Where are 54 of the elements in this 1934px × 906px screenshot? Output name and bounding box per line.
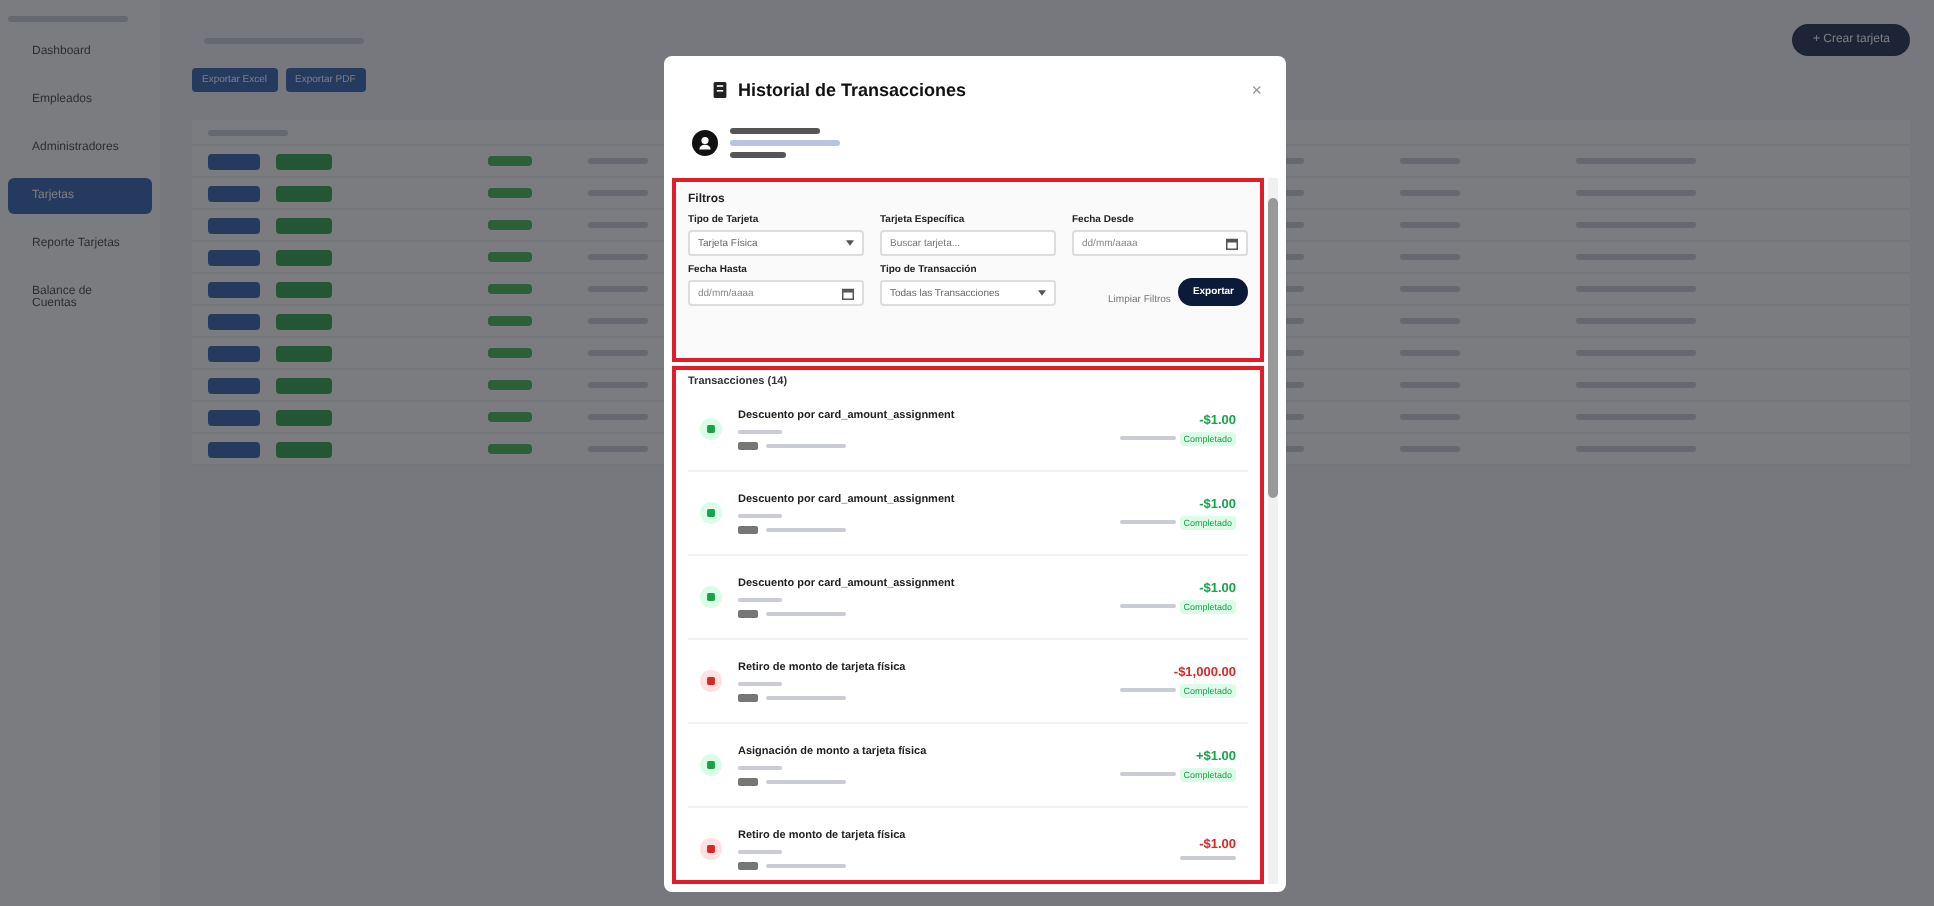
action-button[interactable] xyxy=(276,409,332,425)
edit-button[interactable] xyxy=(208,345,260,361)
action-button[interactable] xyxy=(276,217,332,233)
document-icon xyxy=(712,80,728,100)
status-icon xyxy=(700,670,722,692)
close-button[interactable]: × xyxy=(1251,80,1262,100)
tag xyxy=(738,525,758,533)
tag xyxy=(738,441,758,449)
edit-button[interactable] xyxy=(208,409,260,425)
action-button[interactable] xyxy=(276,249,332,265)
status-badge xyxy=(488,156,532,166)
edit-button[interactable] xyxy=(208,313,260,329)
action-button[interactable] xyxy=(276,345,332,361)
scrollbar[interactable] xyxy=(1268,178,1278,884)
status-badge xyxy=(488,188,532,198)
action-button[interactable] xyxy=(276,185,332,201)
status-badge xyxy=(488,284,532,294)
blurred-text xyxy=(730,140,840,146)
status-icon xyxy=(700,418,722,440)
status-badge xyxy=(488,348,532,358)
calendar-icon xyxy=(1226,237,1238,249)
status-icon xyxy=(700,754,722,776)
modal-title: Historial de Transacciones xyxy=(738,80,969,100)
tag xyxy=(738,609,758,617)
blurred-text xyxy=(730,128,820,134)
action-button[interactable] xyxy=(276,377,332,393)
action-button[interactable] xyxy=(276,153,332,169)
status-badge xyxy=(488,444,532,454)
tag xyxy=(738,861,758,869)
tag xyxy=(738,693,758,701)
status-badge xyxy=(488,252,532,262)
status-icon xyxy=(700,502,722,524)
edit-button[interactable] xyxy=(208,185,260,201)
calendar-icon xyxy=(842,287,854,299)
action-button[interactable] xyxy=(276,281,332,297)
status-badge xyxy=(488,220,532,230)
blurred-text xyxy=(730,152,786,158)
status-icon xyxy=(700,586,722,608)
edit-button[interactable] xyxy=(208,217,260,233)
status-badge xyxy=(488,412,532,422)
edit-button[interactable] xyxy=(208,281,260,297)
edit-button[interactable] xyxy=(208,249,260,265)
edit-button[interactable] xyxy=(208,441,260,457)
status-badge xyxy=(488,380,532,390)
caret-icon xyxy=(846,240,854,246)
status-icon xyxy=(700,838,722,860)
action-button[interactable] xyxy=(276,441,332,457)
avatar-icon xyxy=(692,130,718,156)
caret-icon xyxy=(1038,290,1046,296)
tag xyxy=(738,777,758,785)
action-button[interactable] xyxy=(276,313,332,329)
edit-button[interactable] xyxy=(208,153,260,169)
status-badge xyxy=(488,316,532,326)
edit-button[interactable] xyxy=(208,377,260,393)
